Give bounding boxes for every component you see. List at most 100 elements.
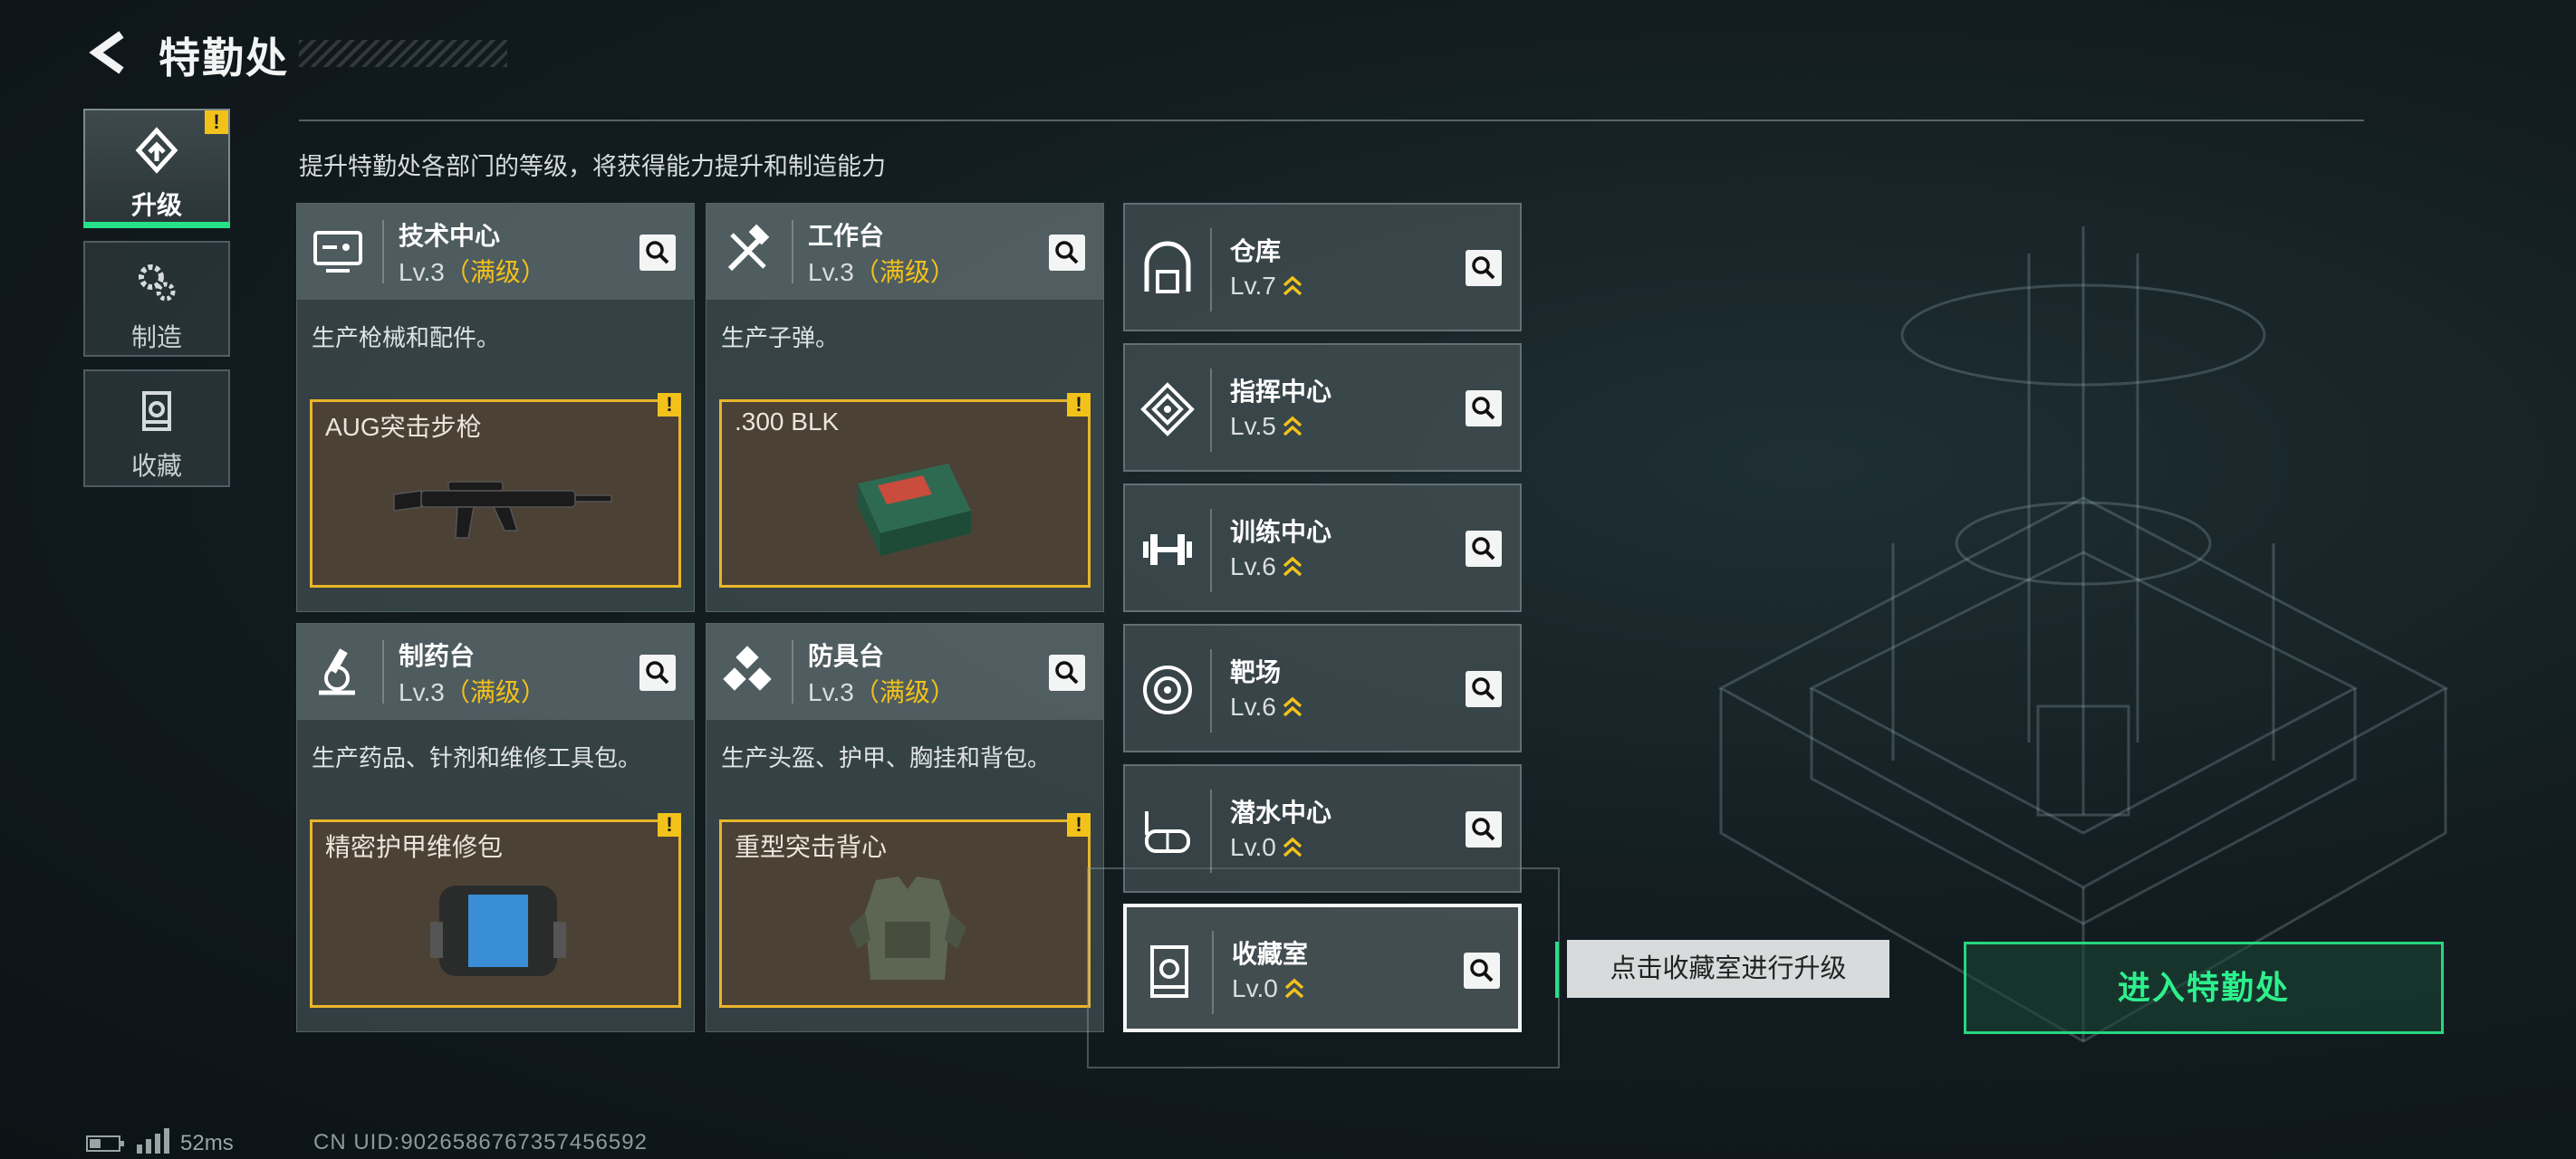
department-name: 技术中心 bbox=[399, 222, 501, 250]
collection-icon bbox=[142, 391, 171, 431]
department-level: Lv.3（满级） bbox=[399, 258, 546, 286]
search-icon[interactable] bbox=[1466, 811, 1502, 848]
product-slot[interactable]: ! .300 BLK bbox=[719, 393, 1091, 588]
facility-level: Lv.7 bbox=[1230, 272, 1303, 301]
ping-text: 52ms bbox=[180, 1131, 234, 1155]
header-divider bbox=[299, 120, 2364, 121]
max-level-tag: （满级） bbox=[853, 258, 956, 286]
upgrade-chevron-icon bbox=[1284, 978, 1304, 999]
nav-label: 升级 bbox=[130, 191, 182, 219]
facility-name: 指挥中心 bbox=[1230, 378, 1332, 406]
repair-kit-image bbox=[430, 886, 566, 976]
facility-name: 靶场 bbox=[1230, 658, 1282, 686]
warning-badge: ! bbox=[1067, 813, 1091, 837]
facility-warehouse[interactable]: 仓库 Lv.7 bbox=[1123, 203, 1522, 331]
search-icon[interactable] bbox=[1049, 235, 1085, 271]
divider bbox=[792, 220, 793, 283]
divider bbox=[1210, 649, 1212, 733]
warning-badge: ! bbox=[1067, 393, 1091, 417]
department-description: 生产药品、针剂和维修工具包。 bbox=[312, 744, 642, 771]
ammo-box-image bbox=[858, 464, 971, 556]
cubes-icon bbox=[723, 646, 772, 691]
command-center-icon bbox=[1140, 382, 1195, 436]
product-name: 精密护甲维修包 bbox=[325, 833, 504, 861]
max-level-tag: （满级） bbox=[444, 678, 546, 706]
back-arrow-icon[interactable] bbox=[83, 27, 134, 78]
divider bbox=[1212, 931, 1214, 1014]
facility-level: Lv.6 bbox=[1230, 693, 1303, 722]
card-header: 技术中心 Lv.3（满级） bbox=[297, 204, 694, 300]
department-level: Lv.3（满级） bbox=[808, 678, 956, 706]
computer-icon bbox=[313, 231, 362, 273]
facility-level: Lv.6 bbox=[1230, 552, 1303, 581]
search-icon[interactable] bbox=[1466, 390, 1502, 426]
product-name: 重型突击背心 bbox=[735, 833, 888, 861]
card-header: 工作台 Lv.3（满级） bbox=[706, 204, 1103, 300]
max-level-tag: （满级） bbox=[444, 258, 546, 286]
max-level-tag: （满级） bbox=[853, 678, 956, 706]
department-card-tech-center[interactable]: 技术中心 Lv.3（满级） 生产枪械和配件。 ! AUG突击步枪 bbox=[296, 203, 695, 612]
facility-shooting-range[interactable]: 靶场 Lv.6 bbox=[1123, 624, 1522, 752]
divider bbox=[382, 640, 384, 704]
product-slot[interactable]: ! AUG突击步枪 bbox=[310, 393, 681, 588]
signal-icon bbox=[137, 1128, 169, 1154]
department-card-workbench[interactable]: 工作台 Lv.3（满级） 生产子弹。 ! .300 BLK bbox=[706, 203, 1104, 612]
divider bbox=[1210, 790, 1212, 873]
department-description: 生产子弹。 bbox=[721, 324, 840, 351]
product-slot[interactable]: ! 精密护甲维修包 bbox=[310, 813, 681, 1008]
gears-icon bbox=[139, 264, 176, 302]
microscope-icon bbox=[319, 648, 355, 695]
nav-collection[interactable]: 收藏 bbox=[83, 369, 230, 487]
divider bbox=[792, 640, 793, 704]
facility-name: 仓库 bbox=[1230, 237, 1282, 265]
warehouse-icon bbox=[1144, 241, 1191, 293]
search-icon[interactable] bbox=[1466, 250, 1502, 286]
title-decoration bbox=[299, 40, 507, 67]
nav-label: 制造 bbox=[130, 323, 182, 351]
facility-level: Lv.5 bbox=[1230, 412, 1303, 441]
nav-craft[interactable]: 制造 bbox=[83, 241, 230, 357]
facility-collection-room[interactable]: 收藏室 Lv.0 bbox=[1123, 904, 1522, 1032]
warning-badge: ! bbox=[205, 110, 228, 134]
search-icon[interactable] bbox=[639, 655, 676, 691]
battery-icon bbox=[86, 1135, 124, 1152]
nav-upgrade[interactable]: ! 升级 bbox=[83, 109, 230, 228]
page-title: 特勤处 bbox=[159, 34, 289, 81]
upgrade-chevron-icon bbox=[1283, 416, 1302, 436]
department-name: 防具台 bbox=[808, 642, 885, 670]
department-description: 生产枪械和配件。 bbox=[312, 324, 501, 351]
upgrade-hint-tooltip: 点击收藏室进行升级 bbox=[1567, 940, 1889, 998]
divider bbox=[1210, 509, 1212, 592]
user-id-text: CN UID:9026586767357456592 bbox=[313, 1130, 648, 1154]
department-description: 生产头盔、护甲、胸挂和背包。 bbox=[721, 744, 1052, 771]
upgrade-chevron-icon bbox=[1283, 556, 1302, 577]
search-icon[interactable] bbox=[1049, 655, 1085, 691]
target-icon bbox=[1143, 666, 1192, 714]
armor-vest-image bbox=[849, 876, 966, 980]
tooltip-accent-bar bbox=[1555, 942, 1559, 998]
dumbbell-icon bbox=[1143, 534, 1192, 565]
search-icon[interactable] bbox=[1466, 531, 1502, 567]
enter-special-ops-button[interactable]: 进入特勤处 bbox=[1964, 942, 2444, 1034]
divider bbox=[1210, 228, 1212, 311]
upgrade-chevron-icon bbox=[1283, 275, 1302, 296]
divider bbox=[1210, 369, 1212, 452]
facility-training-center[interactable]: 训练中心 Lv.6 bbox=[1123, 484, 1522, 612]
facility-diving-center[interactable]: 潜水中心 Lv.0 bbox=[1123, 764, 1522, 893]
facility-name: 潜水中心 bbox=[1230, 799, 1332, 827]
department-level: Lv.3（满级） bbox=[808, 258, 956, 286]
upgrade-icon bbox=[135, 127, 178, 174]
department-card-armor-bench[interactable]: 防具台 Lv.3（满级） 生产头盔、护甲、胸挂和背包。 ! 重型突击背心 bbox=[706, 623, 1104, 1032]
search-icon[interactable] bbox=[1466, 671, 1502, 707]
card-header: 制药台 Lv.3（满级） bbox=[297, 624, 694, 720]
department-level: Lv.3（满级） bbox=[399, 678, 546, 706]
product-name: AUG突击步枪 bbox=[325, 413, 482, 441]
collection-room-icon bbox=[1150, 945, 1188, 998]
department-card-pharmacy[interactable]: 制药台 Lv.3（满级） 生产药品、针剂和维修工具包。 ! 精密护甲维修包 bbox=[296, 623, 695, 1032]
product-slot[interactable]: ! 重型突击背心 bbox=[719, 813, 1091, 1008]
divider bbox=[382, 220, 384, 283]
facility-command-center[interactable]: 指挥中心 Lv.5 bbox=[1123, 343, 1522, 472]
department-name: 制药台 bbox=[399, 642, 476, 670]
search-icon[interactable] bbox=[1464, 953, 1500, 989]
search-icon[interactable] bbox=[639, 235, 676, 271]
